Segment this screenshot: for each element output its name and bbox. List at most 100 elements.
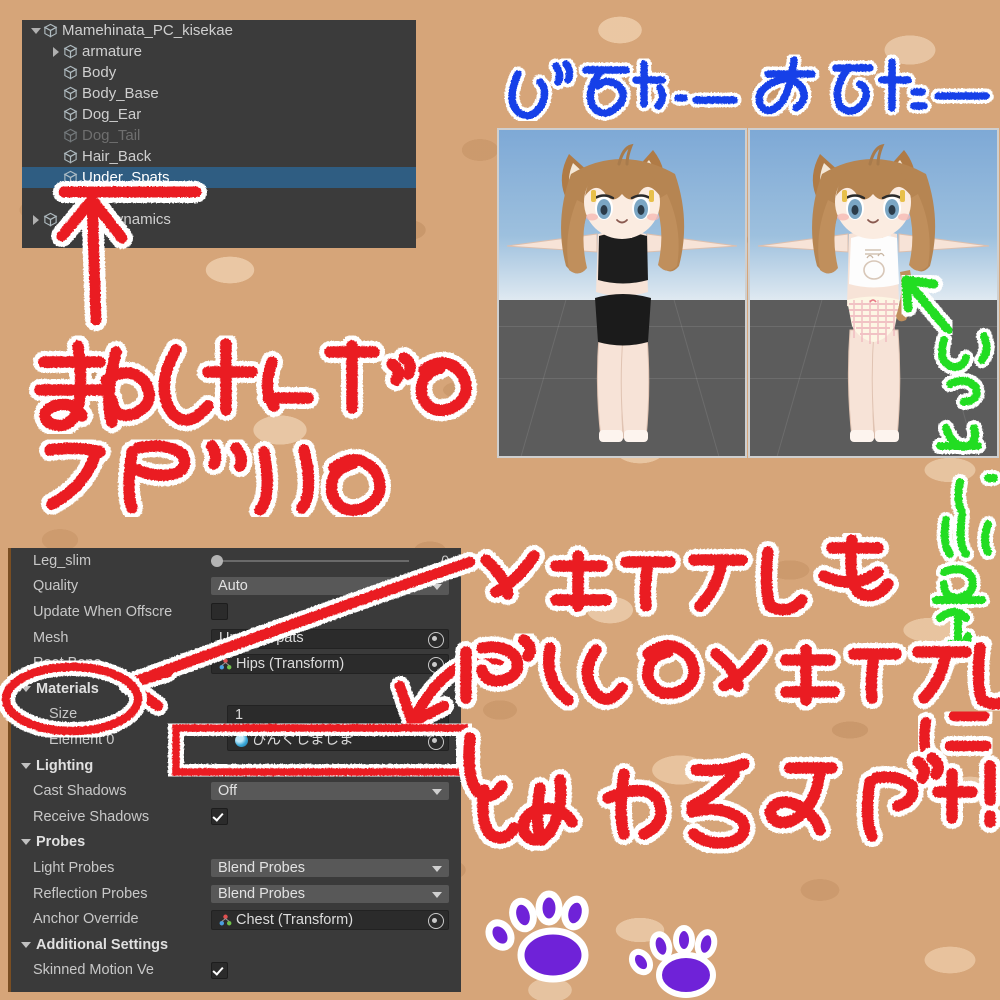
inspector-row-reflection-probes[interactable]: Reflection Probes Blend Probes	[11, 881, 461, 907]
object-picker-icon[interactable]	[428, 657, 444, 674]
object-field-element-0[interactable]: ぴんくしましま	[227, 730, 449, 751]
chevron-down-icon[interactable]	[432, 891, 442, 898]
chevron-down-icon[interactable]	[21, 839, 31, 846]
inspector-row-cast-shadows[interactable]: Cast Shadows Off	[11, 778, 461, 804]
slider-leg-slim[interactable]: 0	[211, 552, 449, 570]
checkbox-skinned-motion-ve[interactable]	[211, 961, 228, 979]
object-field-anchor-override[interactable]: Chest (Transform)	[211, 910, 449, 931]
inspector-section-materials[interactable]: Materials	[11, 681, 199, 697]
hierarchy-row-dog_tail[interactable]: Dog_Tail	[22, 125, 416, 146]
chevron-down-icon[interactable]	[21, 685, 31, 692]
hierarchy-row-body[interactable]: Body	[22, 62, 416, 83]
inspector-section-additional-settings[interactable]: Additional Settings	[11, 937, 199, 953]
size-field[interactable]: 1	[227, 705, 449, 726]
inspector-row-materials[interactable]: Materials	[11, 676, 461, 702]
transform-axis-icon	[219, 658, 232, 670]
inspector-row-receive-shadows[interactable]: Receive Shadows	[11, 804, 461, 830]
chevron-down-icon[interactable]	[432, 789, 442, 796]
hierarchy-row-mamehinata_pc_kisekae[interactable]: Mamehinata_PC_kisekae	[22, 20, 416, 41]
inspector-row-element-0[interactable]: Element 0 ぴんくしましま	[11, 727, 461, 753]
inspector-section-label: Lighting	[36, 757, 94, 774]
dropdown-reflection-probes[interactable]: Blend Probes	[211, 884, 449, 903]
inspector-row-lighting[interactable]: Lighting	[11, 753, 461, 779]
hierarchy-row-label: Dog_Ear	[82, 106, 142, 123]
inspector-label-size: Size	[49, 706, 78, 723]
inspector-label-root-bone: Root Bone	[33, 655, 102, 672]
object-field-root-bone[interactable]: Hips (Transform)	[211, 654, 449, 675]
chevron-down-icon[interactable]	[432, 584, 442, 591]
dropdown-value: Auto	[218, 578, 248, 595]
inspector-row-quality[interactable]: Quality Auto	[11, 574, 461, 600]
hierarchy-row-armature[interactable]: armature	[22, 41, 416, 62]
cube-icon	[63, 44, 78, 59]
inspector-row-additional-settings[interactable]: Additional Settings	[11, 932, 461, 958]
chevron-right-icon[interactable]	[50, 46, 62, 58]
inspector-row-update-when-offscre[interactable]: Update When Offscre	[11, 599, 461, 625]
avatar-render-before	[506, 143, 738, 442]
inspector-row-root-bone[interactable]: Root Bone Hips (Transform)	[11, 650, 461, 676]
object-picker-icon[interactable]	[428, 913, 444, 930]
inspector-section-label: Probes	[36, 834, 86, 851]
inspector-label-element-0: Element 0	[49, 731, 115, 748]
dropdown-value: Blend Probes	[218, 885, 306, 902]
checkbox-update-when-offscre[interactable]	[211, 603, 228, 621]
slider-knob[interactable]	[211, 554, 223, 567]
dropdown-cast-shadows[interactable]: Off	[211, 782, 449, 801]
inspector-row-leg-slim[interactable]: Leg_slim 0	[11, 548, 461, 574]
hierarchy-row-label: Dog_Tail	[82, 127, 141, 144]
chevron-down-icon[interactable]	[21, 762, 31, 769]
chevron-down-icon[interactable]	[30, 25, 42, 37]
inspector-section-probes[interactable]: Probes	[11, 834, 199, 850]
unity-hierarchy-panel[interactable]: Mamehinata_PC_kisekae armature Body Body_Ba…	[22, 20, 416, 248]
inspector-row-probes[interactable]: Probes	[11, 830, 461, 856]
object-picker-icon[interactable]	[428, 631, 444, 648]
inspector-label-skinned-motion-ve: Skinned Motion Ve	[33, 962, 154, 979]
cube-icon	[63, 128, 78, 143]
slider-track[interactable]	[211, 559, 409, 562]
hierarchy-row-avatardynamics[interactable]: AvatarDynamics	[22, 209, 416, 230]
hierarchy-row-dog_ear[interactable]: Dog_Ear	[22, 104, 416, 125]
hierarchy-row-label: Mamehinata_PC_kisekae	[62, 22, 233, 39]
cube-icon	[63, 170, 78, 185]
inspector-row-mesh[interactable]: Mesh Under_Spats	[11, 625, 461, 651]
cube-icon	[63, 65, 78, 80]
checkbox-receive-shadows[interactable]	[211, 808, 228, 826]
hierarchy-row-under_spats[interactable]: Under_Spats	[22, 167, 416, 188]
inspector-row-size[interactable]: Size 1	[11, 702, 461, 728]
hierarchy-row-label: Hair_Back	[82, 148, 152, 165]
hierarchy-row-label: Body	[82, 64, 117, 81]
chevron-down-icon[interactable]	[21, 941, 31, 948]
inspector-label-reflection-probes: Reflection Probes	[33, 885, 148, 902]
inspector-section-lighting[interactable]: Lighting	[11, 758, 199, 774]
inspector-row-anchor-override[interactable]: Anchor Override Chest (Transform)	[11, 906, 461, 932]
cube-icon	[63, 149, 78, 164]
dropdown-value: Off	[218, 783, 238, 800]
object-field-mesh[interactable]: Under_Spats	[211, 628, 449, 649]
dropdown-value: Blend Probes	[218, 859, 306, 876]
object-field-value: Hips (Transform)	[236, 655, 345, 672]
unity-inspector-panel[interactable]: Leg_slim 0 Quality Auto Update When Offscre M…	[8, 548, 461, 992]
hierarchy-row-label: Body_Base	[82, 85, 159, 102]
object-field-value: Chest (Transform)	[236, 911, 354, 928]
chevron-right-icon[interactable]	[30, 214, 42, 226]
cube-icon	[63, 86, 78, 101]
cube-icon	[43, 23, 58, 38]
inspector-section-label: Additional Settings	[36, 936, 169, 953]
slider-value[interactable]: 0	[441, 552, 449, 568]
object-picker-icon[interactable]	[428, 733, 444, 750]
chevron-down-icon[interactable]	[432, 865, 442, 872]
hierarchy-row-empty[interactable]	[22, 188, 416, 209]
hierarchy-row-hair_back[interactable]: Hair_Back	[22, 146, 416, 167]
inspector-row-light-probes[interactable]: Light Probes Blend Probes	[11, 855, 461, 881]
inspector-row-skinned-motion-ve[interactable]: Skinned Motion Ve	[11, 958, 461, 984]
hierarchy-row-body_base[interactable]: Body_Base	[22, 83, 416, 104]
cube-icon	[43, 212, 58, 227]
dropdown-quality[interactable]: Auto	[211, 577, 449, 596]
dropdown-light-probes[interactable]: Blend Probes	[211, 858, 449, 877]
inspector-label-quality: Quality	[33, 578, 79, 595]
